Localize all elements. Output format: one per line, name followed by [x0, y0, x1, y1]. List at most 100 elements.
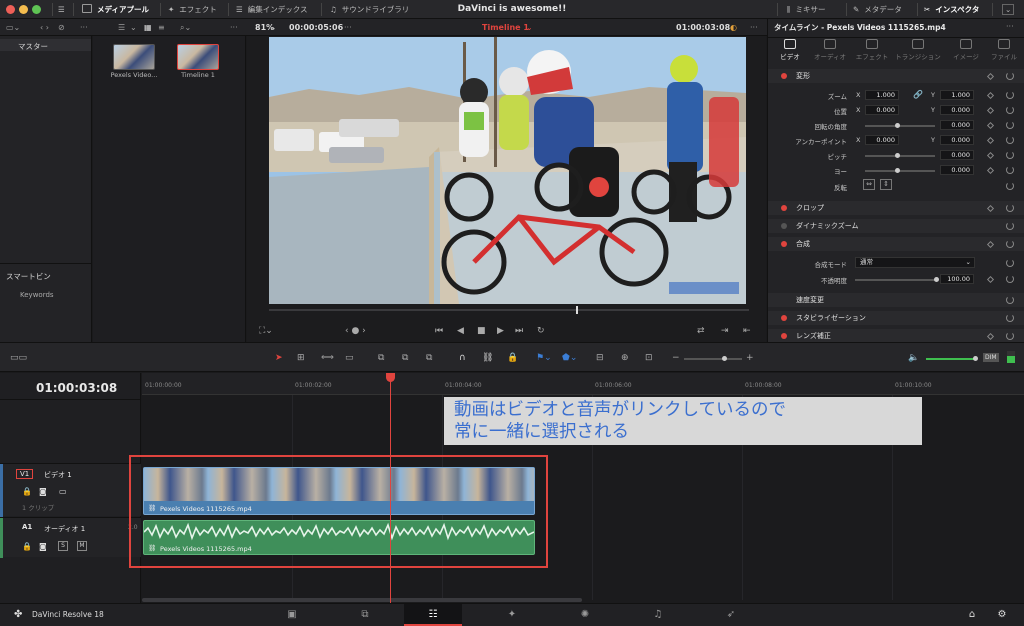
anchor-x-field[interactable]: 0.000 [865, 135, 899, 145]
zoom-window-button[interactable] [32, 5, 41, 14]
tab-effects[interactable]: エフェクト [852, 39, 892, 61]
section-lens-correction[interactable]: レンズ補正 [768, 329, 1024, 342]
play-button[interactable]: ▶ [497, 327, 504, 336]
media-page-icon[interactable]: ▣ [286, 609, 298, 621]
timeline-name[interactable]: Timeline 1 [482, 23, 529, 32]
search-icon[interactable]: ⌕⌄ [180, 23, 191, 32]
flip-horizontal-icon[interactable]: ⇔ [863, 179, 875, 190]
mute-button[interactable]: M [77, 541, 87, 551]
opacity-slider[interactable] [855, 277, 939, 282]
sidebar-toggle-icon[interactable]: ☰ [58, 0, 65, 19]
settings-gear-icon[interactable]: ⚙ [996, 609, 1008, 621]
snapping-icon[interactable]: ∩ [459, 353, 466, 363]
section-stabilization[interactable]: スタビライゼーション [768, 311, 1024, 325]
flag-icon[interactable]: ⚑⌄ [536, 353, 552, 363]
metadata-button[interactable]: ✎ メタデータ [853, 0, 902, 19]
section-dynamic-zoom[interactable]: ダイナミックズーム [768, 219, 1024, 233]
section-transform[interactable]: 変形 [768, 69, 1024, 83]
playhead-handle[interactable] [386, 373, 395, 382]
reset-icon[interactable] [1006, 72, 1014, 80]
yaw-field[interactable]: 0.000 [940, 165, 974, 175]
effects-button[interactable]: ✦ エフェクト [168, 0, 217, 19]
mixer-button[interactable]: ⫼ ミキサー [787, 0, 825, 19]
rotation-field[interactable]: 0.000 [940, 120, 974, 130]
transform-overlay-icon[interactable]: ⛶⌄ [259, 327, 273, 336]
color-page-icon[interactable]: ✺ [579, 609, 591, 621]
deliver-page-icon[interactable]: ➶ [725, 609, 737, 621]
edit-page-tab[interactable]: ☷ [404, 604, 462, 626]
list-detail-icon[interactable]: ≡ [158, 23, 165, 32]
back-forward-icon[interactable]: ‹ › [40, 23, 49, 32]
grid-view-icon[interactable]: ▦ [144, 23, 152, 32]
panel-layout-icon[interactable]: ▭⌄ [6, 23, 20, 32]
auto-select-icon[interactable]: ◙ [39, 487, 47, 496]
close-window-button[interactable] [6, 5, 15, 14]
keyframe-icon[interactable] [986, 72, 995, 81]
section-crop[interactable]: クロップ [768, 201, 1024, 215]
track-visibility-icon[interactable]: ▭ [59, 487, 67, 496]
reverse-play-button[interactable]: ◀ [457, 327, 464, 336]
zoom-in-icon[interactable]: + [746, 353, 754, 363]
color-status-icon[interactable]: ◐ [730, 23, 737, 32]
lens-correction-enable-toggle[interactable] [781, 333, 787, 339]
link-icon[interactable]: 🔗 [913, 90, 923, 99]
rotation-slider[interactable] [865, 123, 935, 128]
tab-video[interactable]: ビデオ [770, 39, 810, 61]
more-options-icon[interactable]: ··· [80, 23, 88, 32]
minimize-window-button[interactable] [19, 5, 28, 14]
sound-library-button[interactable]: ♫ サウンドライブラリ [330, 0, 409, 19]
clip-thumbnail-timeline[interactable] [177, 44, 219, 70]
video-track-id[interactable]: V1 [16, 469, 34, 479]
detail-zoom-icon[interactable]: ⊕ [621, 353, 629, 363]
more-icon[interactable]: ··· [230, 23, 238, 32]
match-frame-icon[interactable]: ⇄ [697, 327, 705, 336]
edit-index-button[interactable]: ☰ 編集インデックス [236, 0, 308, 19]
go-to-start-button[interactable]: ⏮ [435, 327, 443, 336]
go-to-end-button[interactable]: ⏭ [515, 327, 523, 336]
timeline-scrollbar[interactable] [142, 598, 582, 602]
layout-icon[interactable]: ▭▭ [10, 353, 27, 363]
position-y-field[interactable]: 0.000 [940, 105, 974, 115]
tab-file[interactable]: ファイル [984, 39, 1024, 61]
keywords-bin[interactable]: Keywords [20, 291, 54, 299]
pitch-field[interactable]: 0.000 [940, 150, 974, 160]
position-x-field[interactable]: 0.000 [865, 105, 899, 115]
tab-image[interactable]: イメージ [946, 39, 986, 61]
timeline-dropdown-icon[interactable]: ⌄ [526, 23, 533, 32]
timeline-zoom-slider[interactable] [684, 356, 742, 361]
volume-slider[interactable] [926, 356, 978, 361]
expand-icon[interactable]: ⌄ [1002, 4, 1015, 15]
media-pool-button[interactable]: メディアプール [82, 0, 149, 19]
replace-clip-icon[interactable]: ⧉ [426, 353, 432, 363]
tab-audio[interactable]: オーディオ [810, 39, 850, 61]
link-icon[interactable]: ⊘ [58, 23, 65, 32]
composite-enable-toggle[interactable] [781, 241, 787, 247]
dynamic-zoom-enable-toggle[interactable] [781, 223, 787, 229]
section-composite[interactable]: 合成 [768, 237, 1024, 251]
speaker-icon[interactable]: 🔈 [908, 353, 919, 363]
track-lock-icon[interactable]: 🔒 [22, 487, 32, 496]
fairlight-page-icon[interactable]: ♫ [652, 609, 664, 621]
viewer-more-icon[interactable]: ··· [344, 23, 352, 32]
mark-out-icon[interactable]: ⇤ [743, 327, 751, 336]
trim-tool-icon[interactable]: ⊞ [297, 353, 305, 363]
viewer-options-icon[interactable]: ··· [750, 23, 758, 32]
insert-clip-icon[interactable]: ⧉ [378, 353, 384, 363]
audio-track-lock-icon[interactable]: 🔒 [22, 542, 32, 551]
selection-tool-icon[interactable]: ➤ [275, 353, 283, 363]
list-view-icon[interactable]: ☰ [118, 23, 125, 32]
inspector-more-icon[interactable]: ··· [1006, 22, 1014, 31]
full-extent-zoom-icon[interactable]: ⊟ [596, 353, 604, 363]
home-icon[interactable]: ⌂ [966, 609, 978, 621]
section-speed-change[interactable]: 速度変更 [768, 293, 1024, 307]
zoom-dropdown-icon[interactable]: ⌄ [270, 23, 277, 32]
master-bin[interactable]: マスター [0, 39, 91, 51]
audio-auto-select-icon[interactable]: ◙ [39, 542, 47, 551]
tab-transition[interactable]: トランジション [894, 39, 942, 61]
blade-tool-icon[interactable]: ▭ [345, 353, 354, 363]
scrubber-bar[interactable] [269, 306, 749, 314]
inspector-button[interactable]: ✂ インスペクタ [924, 0, 979, 19]
cut-page-icon[interactable]: ⧉ [359, 609, 371, 621]
flip-vertical-icon[interactable]: ⇕ [880, 179, 892, 190]
linked-selection-icon[interactable]: ⛓ [482, 353, 493, 363]
